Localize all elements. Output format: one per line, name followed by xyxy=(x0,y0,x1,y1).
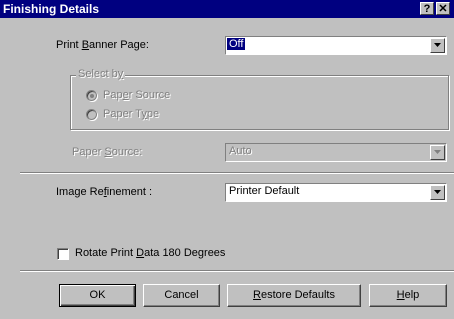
cancel-button[interactable]: Cancel xyxy=(143,284,220,307)
banner-page-label: Print Banner Page: xyxy=(56,39,149,51)
paper-source-label: Paper Source: xyxy=(72,146,143,158)
help-title-button[interactable]: ? xyxy=(420,2,434,15)
banner-page-value: Off xyxy=(227,38,246,50)
select-by-legend: Select by xyxy=(76,68,126,80)
radio-paper-source-label: Paper Source xyxy=(103,89,171,101)
radio-paper-type[interactable] xyxy=(86,109,97,120)
chevron-down-icon[interactable] xyxy=(430,185,445,200)
radio-paper-source[interactable] xyxy=(86,90,97,101)
chevron-down-icon[interactable] xyxy=(430,145,445,160)
separator xyxy=(20,172,454,174)
paper-source-dropdown[interactable]: Auto xyxy=(225,143,447,162)
rotate-checkbox[interactable] xyxy=(57,248,69,260)
banner-page-dropdown[interactable]: Off xyxy=(225,36,447,55)
rotate-label: Rotate Print Data 180 Degrees xyxy=(75,247,226,259)
separator xyxy=(20,270,454,272)
help-button[interactable]: Help xyxy=(369,284,447,307)
window-title: Finishing Details xyxy=(3,2,100,16)
radio-dot xyxy=(90,94,94,98)
image-refinement-value: Printer Default xyxy=(229,185,300,197)
image-refinement-dropdown[interactable]: Printer Default xyxy=(225,183,447,202)
close-button[interactable]: ✕ xyxy=(436,2,450,15)
title-bar: Finishing Details ? ✕ xyxy=(0,0,454,18)
restore-defaults-button[interactable]: Restore Defaults xyxy=(227,284,361,307)
image-refinement-label: Image Refinement : xyxy=(56,186,153,198)
radio-paper-type-label: Paper Type xyxy=(103,108,160,120)
chevron-down-icon[interactable] xyxy=(430,38,445,53)
paper-source-value: Auto xyxy=(229,145,252,157)
ok-button[interactable]: OK xyxy=(59,284,136,307)
select-by-group xyxy=(70,75,449,130)
